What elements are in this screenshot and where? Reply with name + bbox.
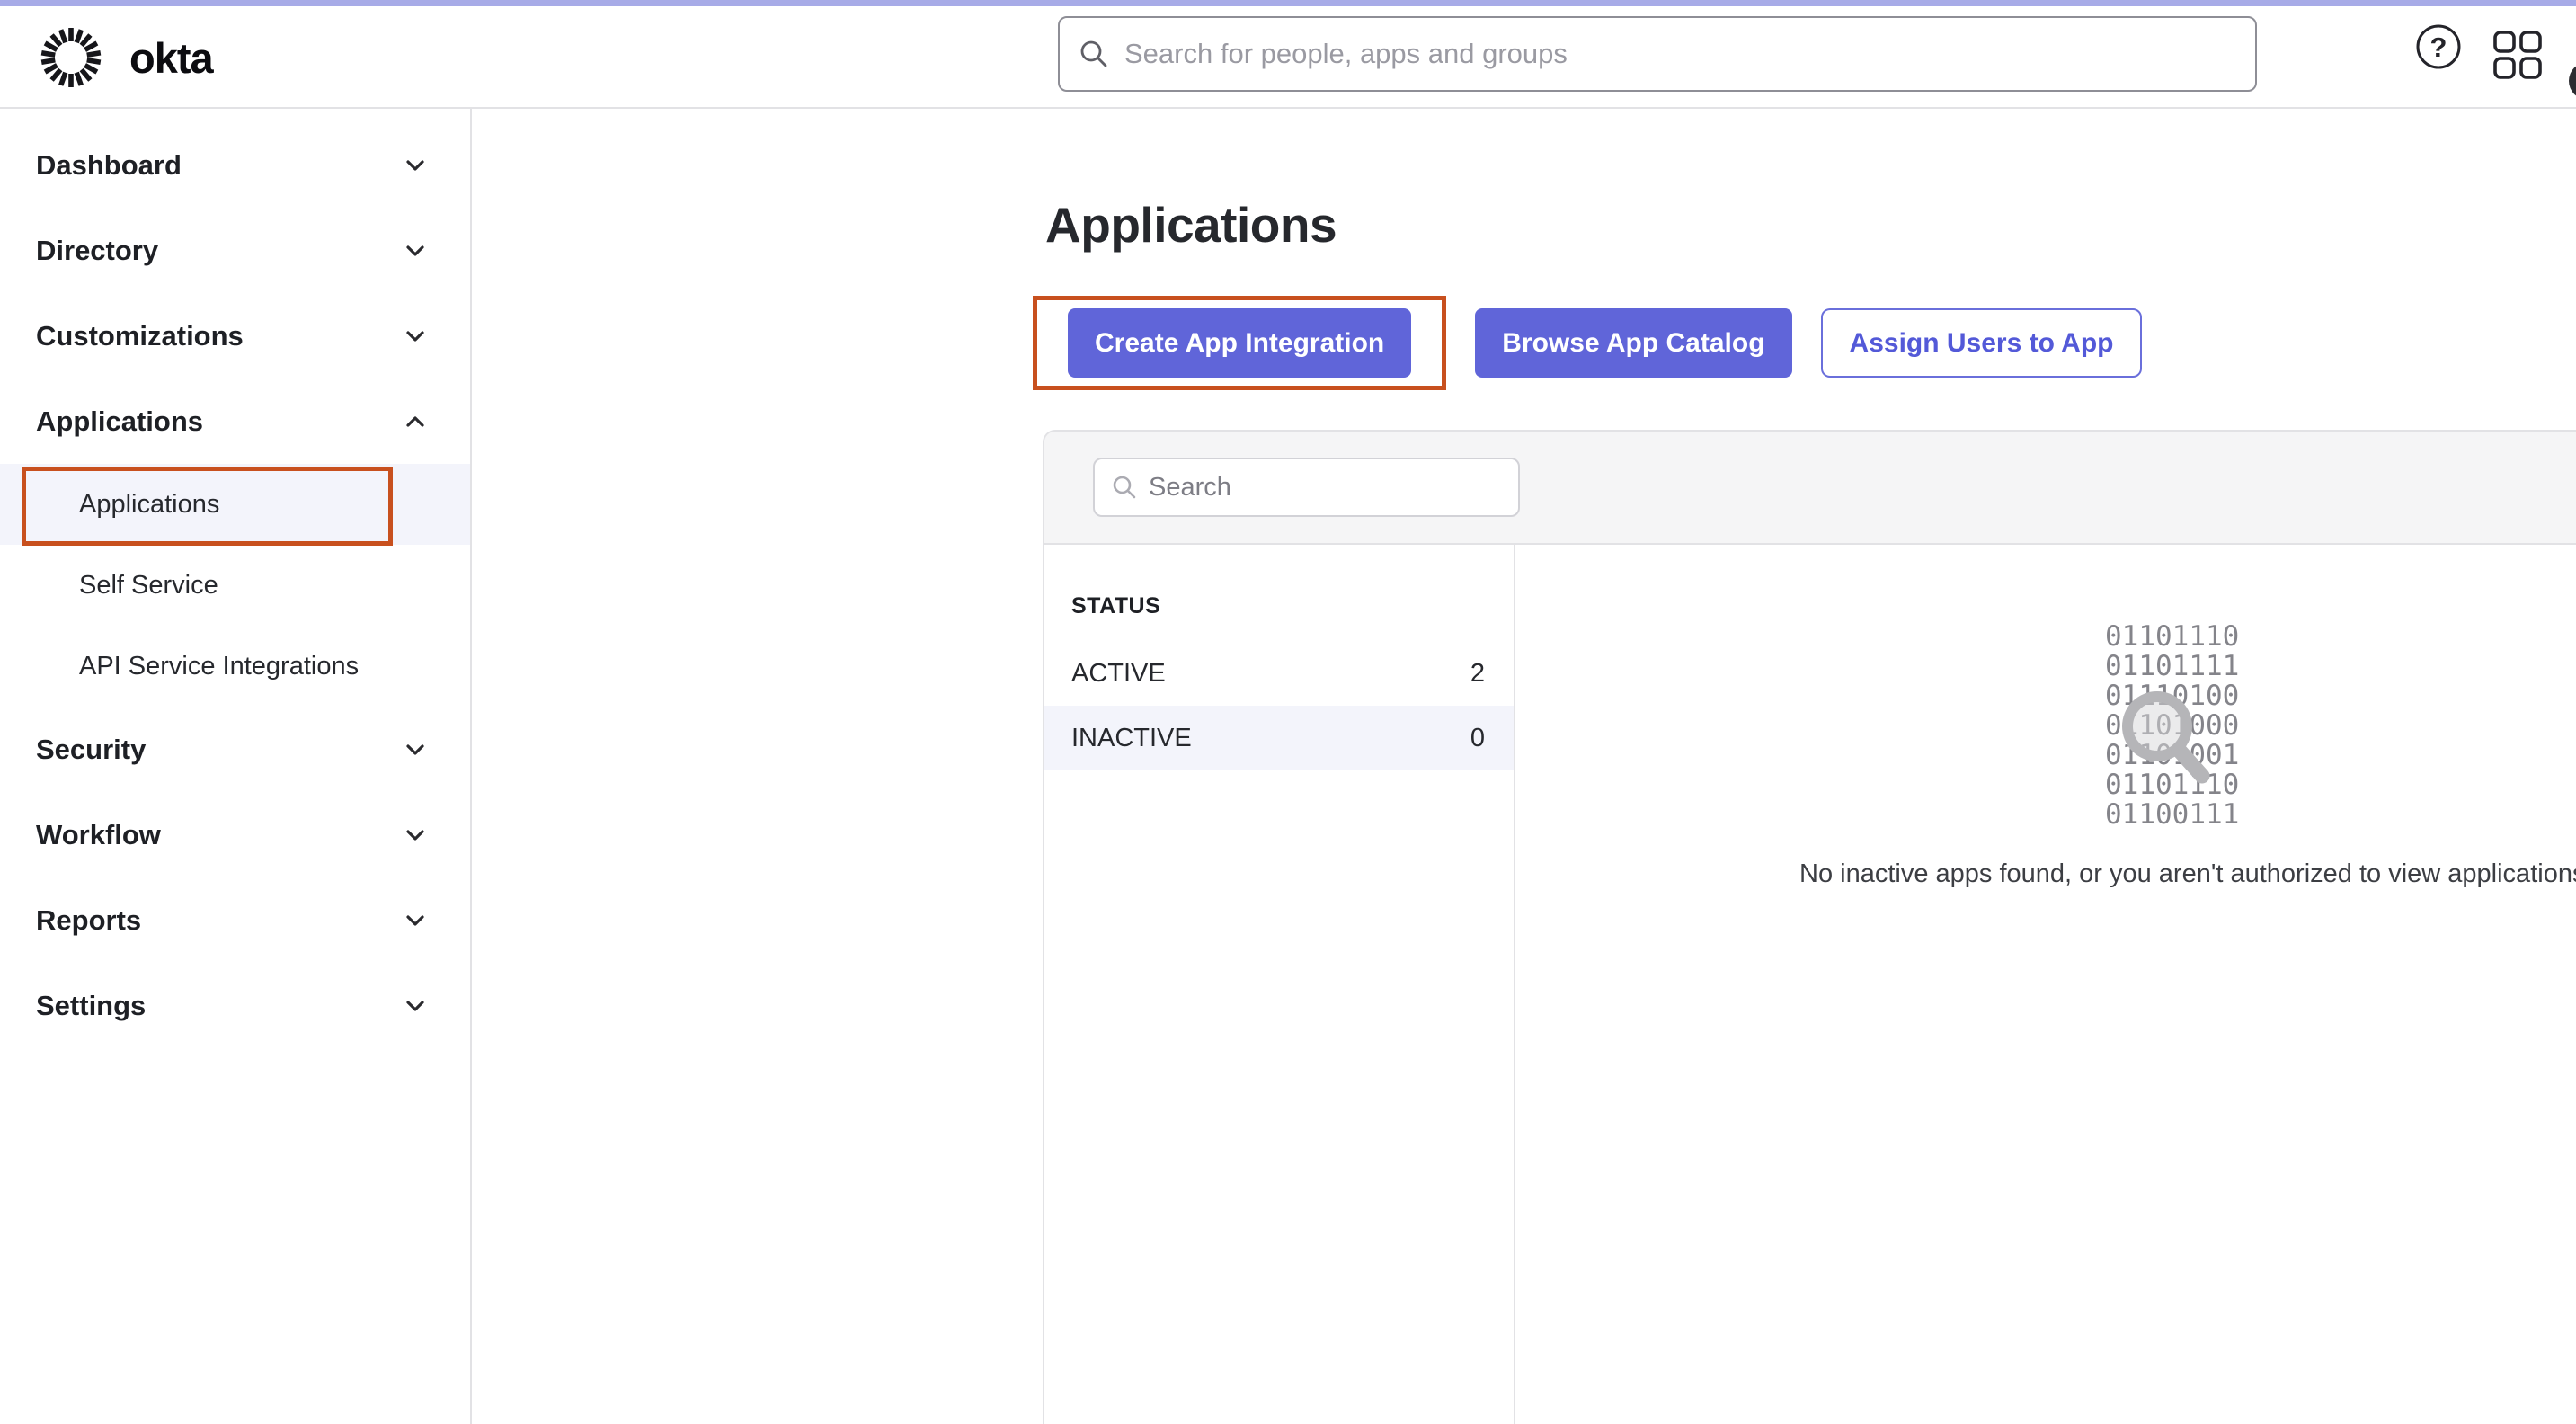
sidebar-item[interactable]: Applications	[0, 378, 470, 464]
question-glyph: ?	[2430, 31, 2447, 63]
page-title: Applications	[1045, 196, 1337, 254]
action-button[interactable]: Browse App Catalog	[1475, 308, 1791, 378]
chevron-icon	[401, 735, 430, 764]
global-header: okta ?	[0, 6, 2576, 109]
sidebar-item[interactable]: Settings	[0, 963, 470, 1048]
global-search-input[interactable]	[1124, 38, 2237, 70]
action-button-wrap: Browse App Catalog	[1475, 308, 1791, 378]
action-button-wrap: Create App Integration	[1033, 296, 1446, 390]
chevron-icon	[401, 407, 430, 436]
search-icon	[1111, 474, 1138, 501]
okta-wordmark: okta	[129, 33, 213, 83]
sidebar-item-label: Directory	[36, 235, 158, 267]
status-filter-list: ACTIVE 2 INACTIVE 0	[1044, 641, 1514, 770]
sidebar-item[interactable]: Directory	[0, 208, 470, 293]
sidebar-nav: Dashboard Directory Customizations Appli…	[0, 109, 472, 1424]
sidebar-item-label: Self Service	[79, 571, 218, 601]
action-button-row: Create App Integration Browse App Catalo…	[1033, 296, 2142, 390]
action-button[interactable]: Assign Users to App	[1821, 308, 2143, 378]
empty-state-message: No inactive apps found, or you aren't au…	[1799, 859, 2576, 889]
sidebar-item[interactable]: Self Service	[0, 545, 470, 626]
user-avatar[interactable]	[2569, 62, 2576, 100]
sidebar-item-label: Workflow	[36, 819, 161, 851]
chevron-icon	[401, 151, 430, 180]
status-filter-count: 2	[1470, 659, 1485, 689]
status-filter-row[interactable]: INACTIVE 0	[1044, 706, 1514, 770]
okta-aura-icon	[32, 19, 110, 96]
sidebar-item[interactable]: API Service Integrations	[0, 626, 470, 707]
status-filter-header: STATUS	[1044, 593, 1514, 619]
sidebar-item-label: Customizations	[36, 320, 244, 352]
status-filter-column: STATUS ACTIVE 2 INACTIVE 0	[1044, 545, 1515, 1424]
sidebar-item[interactable]: Security	[0, 707, 470, 792]
magnifier-icon	[2103, 680, 2220, 797]
panel-body: STATUS ACTIVE 2 INACTIVE 0	[1044, 545, 2576, 1424]
sidebar-item[interactable]: Dashboard	[0, 122, 470, 208]
apps-search[interactable]	[1093, 458, 1520, 517]
status-filter-row[interactable]: ACTIVE 2	[1044, 641, 1514, 706]
action-button[interactable]: Create App Integration	[1068, 308, 1411, 378]
sidebar-item[interactable]: Customizations	[0, 293, 470, 378]
okta-logo[interactable]: okta	[32, 17, 213, 98]
brand-accent-strip	[0, 0, 2576, 6]
chevron-icon	[401, 236, 430, 265]
panel-toolbar	[1044, 432, 2576, 545]
sidebar-item[interactable]: Workflow	[0, 792, 470, 877]
status-filter-count: 0	[1470, 724, 1485, 753]
chevron-icon	[401, 322, 430, 351]
chevron-icon	[401, 906, 430, 935]
apps-grid-icon[interactable]	[2492, 30, 2543, 80]
action-button-wrap: Assign Users to App	[1821, 308, 2143, 378]
sidebar-item-label: API Service Integrations	[79, 652, 359, 681]
chevron-icon	[401, 821, 430, 850]
sidebar-item-label: Applications	[36, 405, 203, 438]
search-icon	[1078, 38, 1110, 70]
sidebar-item[interactable]: Applications	[0, 464, 470, 545]
applications-panel: STATUS ACTIVE 2 INACTIVE 0	[1043, 430, 2576, 1424]
help-icon[interactable]: ?	[2415, 23, 2462, 70]
sidebar-item-label: Settings	[36, 990, 146, 1022]
status-filter-label: INACTIVE	[1071, 724, 1192, 753]
results-area: 01101110 01101111 01110100 01101000 0110…	[1515, 545, 2576, 1424]
chevron-icon	[401, 992, 430, 1020]
apps-search-input[interactable]	[1149, 473, 1502, 503]
sidebar-item-label: Dashboard	[36, 149, 182, 182]
sidebar-item[interactable]: Reports	[0, 877, 470, 963]
status-filter-label: ACTIVE	[1071, 659, 1166, 689]
sidebar-item-label: Security	[36, 734, 146, 766]
sidebar-item-label: Reports	[36, 904, 141, 937]
sidebar-item-label: Applications	[79, 490, 219, 520]
global-search[interactable]	[1058, 16, 2257, 92]
